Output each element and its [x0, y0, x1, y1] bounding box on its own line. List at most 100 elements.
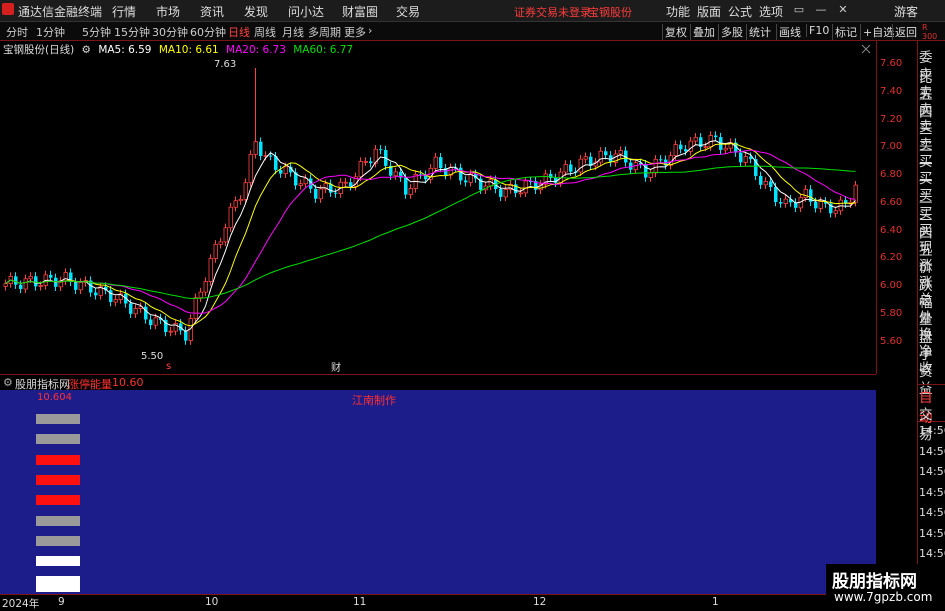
trade-time: 14:56 [919, 424, 945, 437]
candle-body [408, 188, 413, 195]
candle-body [578, 158, 583, 173]
period-weekly[interactable]: 周线 [254, 24, 276, 40]
candle-body [563, 164, 568, 173]
overlay-button[interactable]: 叠加 [690, 24, 717, 40]
menu-xiaoda[interactable]: 问小达 [288, 3, 324, 20]
stock-name[interactable]: 宝钢股份(日线) [3, 44, 74, 56]
candle-body [358, 161, 363, 178]
f10-button[interactable]: F10 [806, 24, 831, 37]
minimize-icon[interactable]: — [812, 2, 830, 18]
menu-quotes[interactable]: 行情 [112, 3, 136, 20]
draw-button[interactable]: 画线 [776, 24, 803, 40]
price-tick: 6.80 [880, 169, 903, 180]
bar-value-label: 10.604 [37, 392, 72, 403]
period-1min[interactable]: 1分钟 [36, 24, 65, 40]
candle-body [439, 157, 443, 169]
candle-body [233, 200, 238, 208]
indicator-value: 10.60 [112, 376, 144, 389]
period-intraday[interactable]: 分时 [6, 24, 28, 40]
candle-body [248, 153, 253, 184]
mark-button[interactable]: 标记 [832, 24, 859, 40]
price-tick: 7.40 [880, 86, 903, 97]
indicator-bar [36, 515, 80, 526]
candle-body [279, 169, 283, 174]
candle-body [499, 189, 503, 197]
candle-body [459, 167, 463, 181]
price-tick: 7.20 [880, 114, 903, 125]
price-tick: 6.60 [880, 197, 903, 208]
price-tick: 5.60 [880, 336, 903, 347]
watermark-url: www.7gpzb.com [834, 590, 933, 604]
candle-body [314, 188, 318, 199]
candle-body [759, 175, 763, 185]
period-monthly[interactable]: 月线 [282, 24, 304, 40]
kline-chart[interactable] [0, 41, 876, 374]
stats-button[interactable]: 统计 [746, 24, 773, 40]
candle-body [38, 285, 43, 287]
menu-options[interactable]: 选项 [759, 3, 783, 20]
close-icon[interactable]: ✕ [834, 2, 852, 18]
multi-stock-button[interactable]: 多股 [718, 24, 745, 40]
period-daily[interactable]: 日线 [228, 24, 250, 40]
indicator-panel[interactable]: 10.604 江南制作 [0, 390, 876, 594]
price-tick: 6.20 [880, 252, 903, 263]
period-60min[interactable]: 60分钟 [190, 24, 226, 40]
price-tick: 5.80 [880, 308, 903, 319]
candle-body [343, 181, 348, 184]
back-button[interactable]: 返回 [892, 24, 919, 40]
mode-trade[interactable]: 交易 [919, 403, 945, 443]
candle-body [149, 319, 153, 326]
indicator-bar [36, 495, 80, 506]
candle-body [34, 276, 38, 287]
candle-body [693, 136, 698, 142]
candle-body [648, 172, 653, 178]
app-title: 通达信金融终端 [18, 5, 103, 19]
candle-body [743, 156, 748, 163]
menu-news[interactable]: 资讯 [200, 3, 224, 20]
period-15min[interactable]: 15分钟 [114, 24, 150, 40]
trade-time: 14:56 [919, 526, 945, 540]
candle-body [569, 164, 573, 172]
candle-body [673, 144, 678, 157]
s-marker: s [166, 361, 172, 372]
candle-body [464, 180, 468, 183]
stock-link[interactable]: 宝钢股份 [588, 4, 632, 20]
candle-body [783, 198, 788, 204]
candle-body [604, 151, 608, 156]
guest-label[interactable]: 游客 [894, 3, 918, 20]
candle-body [283, 166, 288, 175]
candle-body [684, 149, 688, 152]
menu-formula[interactable]: 公式 [728, 3, 752, 20]
login-alert[interactable]: 证券交易未登录 [514, 4, 591, 20]
indicator-settings-icon[interactable]: ⚙ [3, 376, 13, 389]
candle-body [133, 308, 138, 315]
menu-layout[interactable]: 版面 [697, 3, 721, 20]
candle-body [659, 159, 663, 161]
ma20-value: MA20: 6.73 [226, 44, 286, 56]
ma10-value: MA10: 6.61 [158, 44, 219, 56]
candle-body [318, 188, 323, 200]
indicator-bar [36, 535, 80, 546]
candle-body [19, 284, 23, 290]
restore-icon[interactable]: ▭ [790, 2, 808, 18]
settings-icon[interactable]: ⚙ [82, 44, 91, 56]
adjust-button[interactable]: 复权 [662, 24, 689, 40]
period-5min[interactable]: 5分钟 [82, 24, 111, 40]
candle-body [363, 160, 368, 163]
candle-body [238, 198, 243, 202]
corner-r: R [922, 23, 928, 32]
menu-market[interactable]: 市场 [156, 3, 180, 20]
trade-time: 14:56 [919, 547, 945, 560]
author-label: 江南制作 [352, 394, 396, 407]
menu-discover[interactable]: 发现 [244, 3, 268, 20]
candle-body [618, 150, 623, 155]
menu-trade[interactable]: 交易 [396, 3, 420, 20]
period-multi[interactable]: 多周期 [308, 24, 341, 40]
chevron-right-icon[interactable]: › [368, 24, 372, 37]
menu-function[interactable]: 功能 [666, 3, 690, 20]
menu-wealth[interactable]: 财富圈 [342, 3, 378, 20]
corner-badge[interactable]: R 300 [922, 23, 937, 41]
period-more[interactable]: 更多 [344, 24, 366, 40]
period-30min[interactable]: 30分钟 [152, 24, 188, 40]
add-watchlist-button[interactable]: +自选 [860, 24, 896, 40]
